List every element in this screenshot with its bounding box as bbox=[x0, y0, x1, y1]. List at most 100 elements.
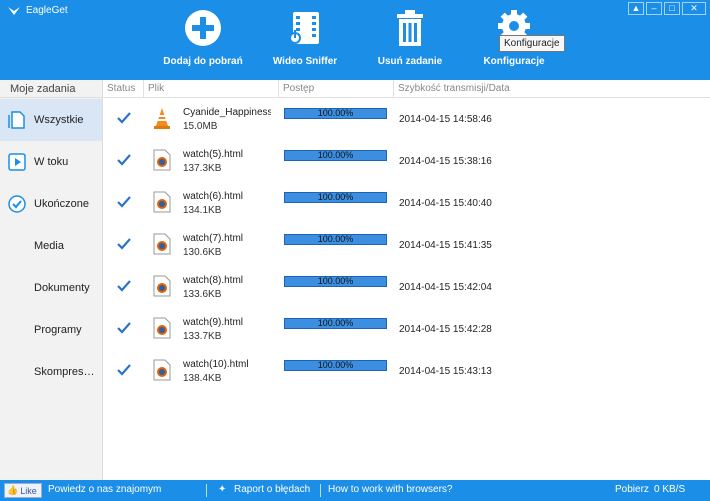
sidebar: Moje zadania Wszystkie W toku Ukończone … bbox=[0, 80, 103, 480]
firefox-html-icon bbox=[153, 275, 171, 297]
sidebar-item-media[interactable]: Media bbox=[0, 225, 102, 267]
file-name: Cyanide_Happiness bbox=[183, 107, 271, 118]
progress-bar: 100.00% bbox=[284, 318, 387, 329]
file-size: 133.7KB bbox=[183, 331, 222, 342]
file-size: 130.6KB bbox=[183, 247, 222, 258]
video-sniffer-label: Wideo Sniffer bbox=[272, 56, 338, 67]
file-size: 137.3KB bbox=[183, 163, 222, 174]
checkmark-icon bbox=[117, 238, 131, 250]
checkmark-circle-icon bbox=[8, 195, 26, 213]
progress-bar: 100.00% bbox=[284, 276, 387, 287]
table-row[interactable]: watch(10).html 138.4KB 100.00% 2014-04-1… bbox=[103, 350, 710, 392]
trash-icon bbox=[397, 10, 423, 46]
progress-text: 100.00% bbox=[317, 276, 354, 286]
column-header-file[interactable]: Plik bbox=[143, 80, 273, 98]
table-row[interactable]: watch(6).html 134.1KB 100.00% 2014-04-15… bbox=[103, 182, 710, 224]
table-row[interactable]: Cyanide_Happiness 15.0MB 100.00% 2014-04… bbox=[103, 98, 710, 140]
film-icon bbox=[289, 12, 319, 44]
thumbs-up-icon: 👍 bbox=[7, 485, 19, 495]
column-header-speed-date[interactable]: Szybkość transmisji/Data bbox=[393, 80, 513, 98]
sidebar-item-label: Media bbox=[34, 240, 64, 252]
file-date: 2014-04-15 15:43:13 bbox=[399, 366, 492, 377]
like-label: Like bbox=[20, 485, 37, 496]
firefox-html-icon bbox=[153, 191, 171, 213]
checkmark-icon bbox=[117, 154, 131, 166]
firefox-html-icon bbox=[153, 233, 171, 255]
progress-text: 100.00% bbox=[317, 318, 354, 328]
file-name: watch(7).html bbox=[183, 233, 244, 244]
file-name: watch(5).html bbox=[183, 149, 244, 160]
add-download-label: Dodaj do pobrań bbox=[163, 56, 243, 67]
progress-bar: 100.00% bbox=[284, 150, 387, 161]
progress-text: 100.00% bbox=[317, 150, 354, 160]
bug-report-link[interactable]: Raport o błędach bbox=[234, 484, 310, 495]
file-date: 2014-04-15 15:42:28 bbox=[399, 324, 492, 335]
file-size: 138.4KB bbox=[183, 373, 222, 384]
checkmark-icon bbox=[117, 196, 131, 208]
table-row[interactable]: watch(5).html 137.3KB 100.00% 2014-04-15… bbox=[103, 140, 710, 182]
firefox-html-icon bbox=[153, 149, 171, 171]
checkmark-icon bbox=[117, 280, 131, 292]
sidebar-item-compressed[interactable]: Skompresowane bbox=[0, 351, 102, 393]
vlc-cone-icon bbox=[154, 108, 170, 129]
facebook-like-button[interactable]: 👍 Like bbox=[4, 483, 42, 498]
plus-icon bbox=[185, 10, 221, 46]
sidebar-item-documents[interactable]: Dokumenty bbox=[0, 267, 102, 309]
file-size: 134.1KB bbox=[183, 205, 222, 216]
file-date: 2014-04-15 14:58:46 bbox=[399, 114, 492, 125]
progress-text: 100.00% bbox=[317, 192, 354, 202]
sidebar-item-label: Skompresowane bbox=[34, 366, 100, 378]
column-header-progress[interactable]: Postęp bbox=[278, 80, 393, 98]
file-date: 2014-04-15 15:41:35 bbox=[399, 240, 492, 251]
progress-bar: 100.00% bbox=[284, 192, 387, 203]
play-icon bbox=[8, 153, 26, 171]
file-date: 2014-04-15 15:38:16 bbox=[399, 156, 492, 167]
firefox-html-icon bbox=[153, 317, 171, 339]
settings-tooltip: Konfiguracje bbox=[499, 35, 565, 52]
sidebar-item-label: Ukończone bbox=[34, 198, 90, 210]
checkmark-icon bbox=[117, 364, 131, 376]
checkmark-icon bbox=[117, 322, 131, 334]
progress-bar: 100.00% bbox=[284, 360, 387, 371]
progress-bar: 100.00% bbox=[284, 108, 387, 119]
table-row[interactable]: watch(7).html 130.6KB 100.00% 2014-04-15… bbox=[103, 224, 710, 266]
status-divider bbox=[320, 484, 321, 497]
settings-label: Konfiguracje bbox=[483, 56, 545, 67]
header-bar: EagleGet ▲ – □ ✕ Dodaj do pobrań Wideo S… bbox=[0, 0, 710, 80]
file-name: watch(10).html bbox=[183, 359, 249, 370]
progress-bar: 100.00% bbox=[284, 234, 387, 245]
file-date: 2014-04-15 15:40:40 bbox=[399, 198, 492, 209]
browsers-help-link[interactable]: How to work with browsers? bbox=[328, 484, 452, 495]
bug-icon: ✦ bbox=[218, 484, 227, 495]
table-header: Status Plik Postęp Szybkość transmisji/D… bbox=[103, 80, 710, 98]
download-speed-label: Pobierz bbox=[615, 484, 649, 495]
sidebar-item-label: W toku bbox=[34, 156, 69, 168]
sidebar-item-in-progress[interactable]: W toku bbox=[0, 141, 102, 183]
sidebar-item-all[interactable]: Wszystkie bbox=[0, 99, 102, 141]
document-icon bbox=[8, 111, 25, 129]
video-sniffer-button[interactable]: Wideo Sniffer bbox=[250, 8, 360, 67]
column-header-status[interactable]: Status bbox=[103, 80, 135, 98]
progress-text: 100.00% bbox=[317, 234, 354, 244]
status-divider bbox=[206, 484, 207, 497]
sidebar-item-completed[interactable]: Ukończone bbox=[0, 183, 102, 225]
tell-friends-link[interactable]: Powiedz o nas znajomym bbox=[48, 484, 161, 495]
sidebar-item-programs[interactable]: Programy bbox=[0, 309, 102, 351]
file-name: watch(9).html bbox=[183, 317, 244, 328]
sidebar-title: Moje zadania bbox=[0, 80, 102, 98]
file-date: 2014-04-15 15:42:04 bbox=[399, 282, 492, 293]
sidebar-item-label: Wszystkie bbox=[34, 114, 84, 126]
file-size: 15.0MB bbox=[183, 121, 218, 132]
delete-task-button[interactable]: Usuń zadanie bbox=[355, 8, 465, 67]
download-speed-value: 0 KB/S bbox=[654, 484, 686, 495]
toolbar: Dodaj do pobrań Wideo Sniffer Usuń zadan… bbox=[0, 8, 710, 72]
download-list: Cyanide_Happiness 15.0MB 100.00% 2014-04… bbox=[103, 98, 710, 480]
table-row[interactable]: watch(8).html 133.6KB 100.00% 2014-04-15… bbox=[103, 266, 710, 308]
firefox-html-icon bbox=[153, 359, 171, 381]
add-download-button[interactable]: Dodaj do pobrań bbox=[148, 8, 258, 67]
checkmark-icon bbox=[117, 112, 131, 124]
status-bar: 👍 Like Powiedz o nas znajomym ✦ Raport o… bbox=[0, 480, 710, 501]
table-row[interactable]: watch(9).html 133.7KB 100.00% 2014-04-15… bbox=[103, 308, 710, 350]
delete-task-label: Usuń zadanie bbox=[377, 56, 443, 67]
file-name: watch(8).html bbox=[183, 275, 244, 286]
